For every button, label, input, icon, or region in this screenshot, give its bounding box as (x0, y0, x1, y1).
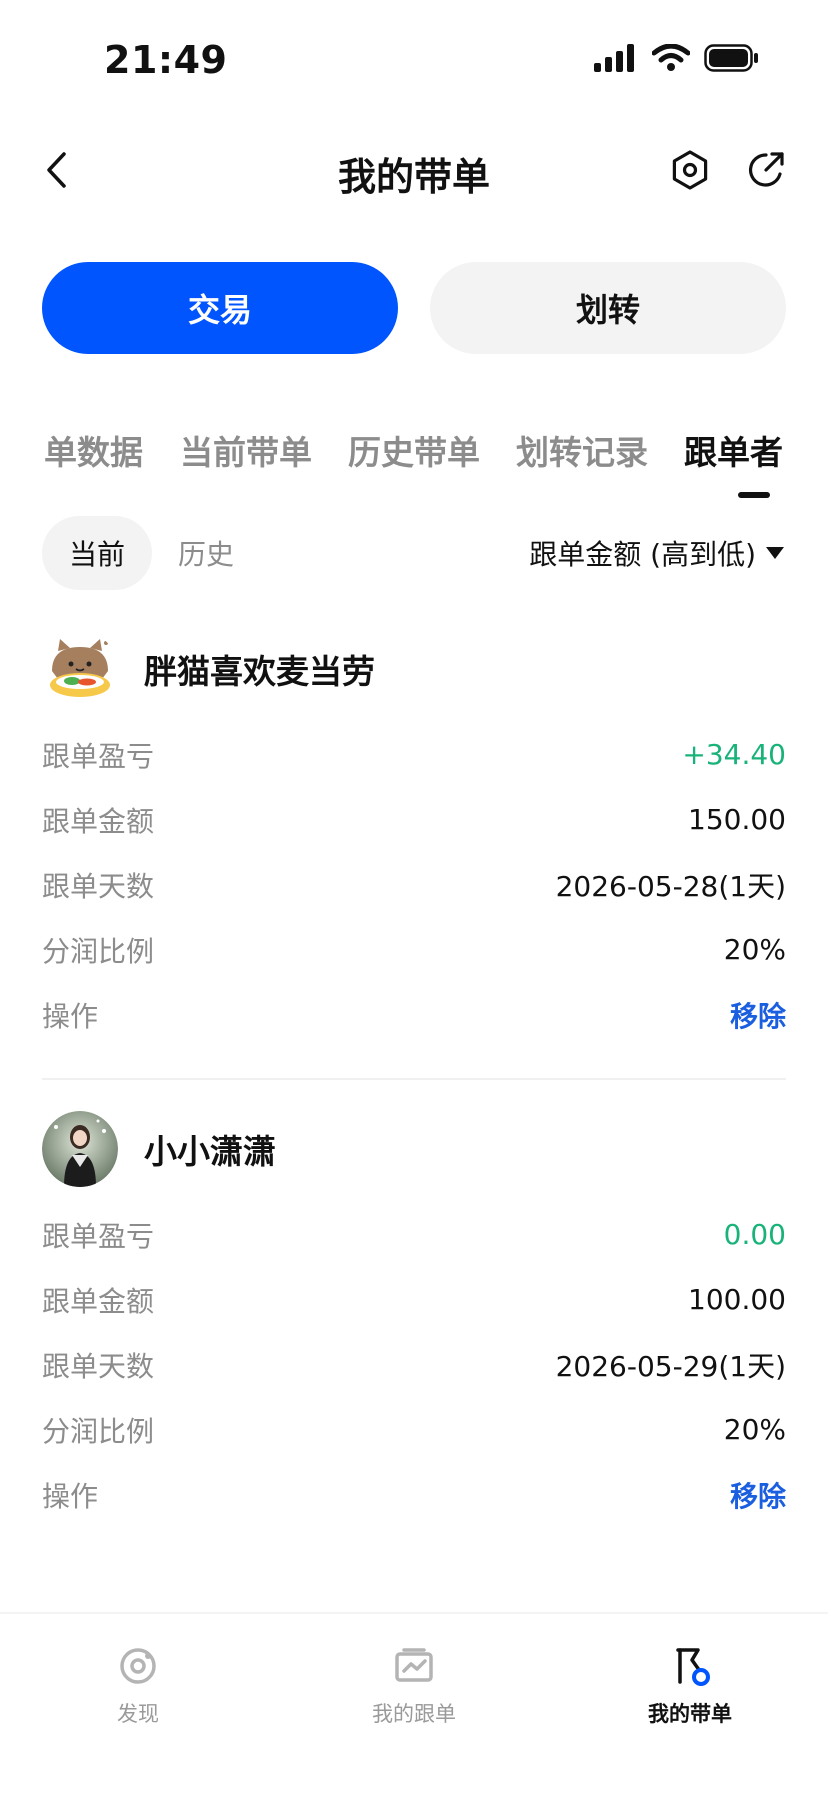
bottom-nav-discover[interactable]: 发现 (38, 1644, 238, 1728)
remove-button[interactable]: 移除 (730, 995, 786, 1035)
divider (42, 1078, 786, 1080)
settings-hexagon-icon (672, 150, 708, 190)
days-value: 2026-05-29(1天) (555, 1349, 786, 1383)
subtab-history[interactable]: 历史 (166, 516, 246, 590)
row-operation: 操作 移除 (42, 982, 786, 1047)
row-follow-days: 跟单天数 2026-05-28(1天) (42, 852, 786, 917)
row-operation: 操作 移除 (42, 1462, 786, 1527)
bottom-nav-label: 我的带单 (648, 1702, 732, 1726)
follower-name: 胖猫喜欢麦当劳 (144, 652, 375, 691)
tab-order-data[interactable]: 单数据 (44, 426, 143, 474)
remove-button[interactable]: 移除 (730, 1475, 786, 1515)
person-avatar-icon (42, 1111, 118, 1187)
flag-icon (676, 1648, 710, 1686)
battery-icon (704, 44, 758, 72)
follower-card: 胖猫喜欢麦当劳 跟单盈亏 +34.40 跟单金额 150.00 跟单天数 202… (42, 630, 786, 1047)
bottom-nav-my-lead-trades[interactable]: 我的带单 (590, 1644, 790, 1728)
share-value: 20% (723, 933, 786, 966)
row-label: 跟单盈亏 (42, 739, 155, 773)
share-icon (749, 152, 784, 187)
tab-indicator (738, 492, 770, 498)
row-label: 跟单金额 (42, 804, 155, 838)
tab-transfer-records[interactable]: 划转记录 (516, 426, 648, 474)
cellular-signal-icon (594, 44, 634, 72)
transfer-button[interactable]: 划转 (430, 262, 786, 354)
share-button[interactable] (744, 148, 788, 192)
row-follow-days: 跟单天数 2026-05-29(1天) (42, 1332, 786, 1397)
wifi-icon (652, 44, 690, 71)
follower-name: 小小潇潇 (144, 1132, 276, 1171)
amount-value: 150.00 (688, 803, 786, 836)
avatar[interactable] (42, 631, 118, 707)
chart-icon (395, 1648, 433, 1682)
caret-down-icon (766, 547, 784, 559)
row-label: 操作 (42, 999, 99, 1033)
row-label: 跟单天数 (42, 1349, 155, 1383)
bottom-nav-label: 发现 (117, 1702, 159, 1726)
follower-header: 小小潇潇 (42, 1110, 786, 1188)
settings-button[interactable] (668, 148, 712, 192)
row-label: 跟单盈亏 (42, 1219, 155, 1253)
share-value: 20% (723, 1413, 786, 1446)
row-label: 分润比例 (42, 934, 155, 968)
sort-dropdown[interactable]: 跟单金额 (高到低) (529, 516, 784, 590)
row-profit-share: 分润比例 20% (42, 917, 786, 982)
row-label: 分润比例 (42, 1414, 155, 1448)
pnl-value: 0.00 (723, 1218, 786, 1251)
row-follow-amount: 跟单金额 100.00 (42, 1267, 786, 1332)
status-time: 21:49 (104, 38, 228, 82)
amount-value: 100.00 (688, 1283, 786, 1316)
trade-button[interactable]: 交易 (42, 262, 398, 354)
bottom-nav: 发现 我的跟单 我的带单 (0, 1612, 828, 1796)
tab-followers[interactable]: 跟单者 (684, 426, 783, 474)
bottom-nav-my-copy-trades[interactable]: 我的跟单 (314, 1644, 514, 1728)
row-label: 跟单天数 (42, 869, 155, 903)
status-icons (594, 44, 760, 72)
nav-bar: 我的带单 (0, 130, 828, 210)
status-bar: 21:49 (0, 0, 828, 120)
sort-label: 跟单金额 (高到低) (529, 538, 756, 571)
avatar[interactable] (42, 1111, 118, 1187)
row-follow-pnl: 跟单盈亏 0.00 (42, 1202, 786, 1267)
days-value: 2026-05-28(1天) (555, 869, 786, 903)
tab-bar: 单数据 当前带单 历史带单 划转记录 跟单者 (44, 426, 804, 506)
pnl-value: +34.40 (682, 738, 786, 771)
row-label: 跟单金额 (42, 1284, 155, 1318)
row-profit-share: 分润比例 20% (42, 1397, 786, 1462)
follower-header: 胖猫喜欢麦当劳 (42, 630, 786, 708)
tab-history-orders[interactable]: 历史带单 (348, 426, 480, 474)
follower-card: 小小潇潇 跟单盈亏 0.00 跟单金额 100.00 跟单天数 2026-05-… (42, 1110, 786, 1527)
discover-icon (120, 1648, 156, 1684)
row-label: 操作 (42, 1479, 99, 1513)
row-follow-amount: 跟单金额 150.00 (42, 787, 786, 852)
bottom-nav-label: 我的跟单 (372, 1702, 456, 1726)
subtab-current[interactable]: 当前 (42, 516, 152, 590)
cat-avatar-icon (42, 631, 118, 707)
row-follow-pnl: 跟单盈亏 +34.40 (42, 722, 786, 787)
tab-current-orders[interactable]: 当前带单 (180, 426, 312, 474)
